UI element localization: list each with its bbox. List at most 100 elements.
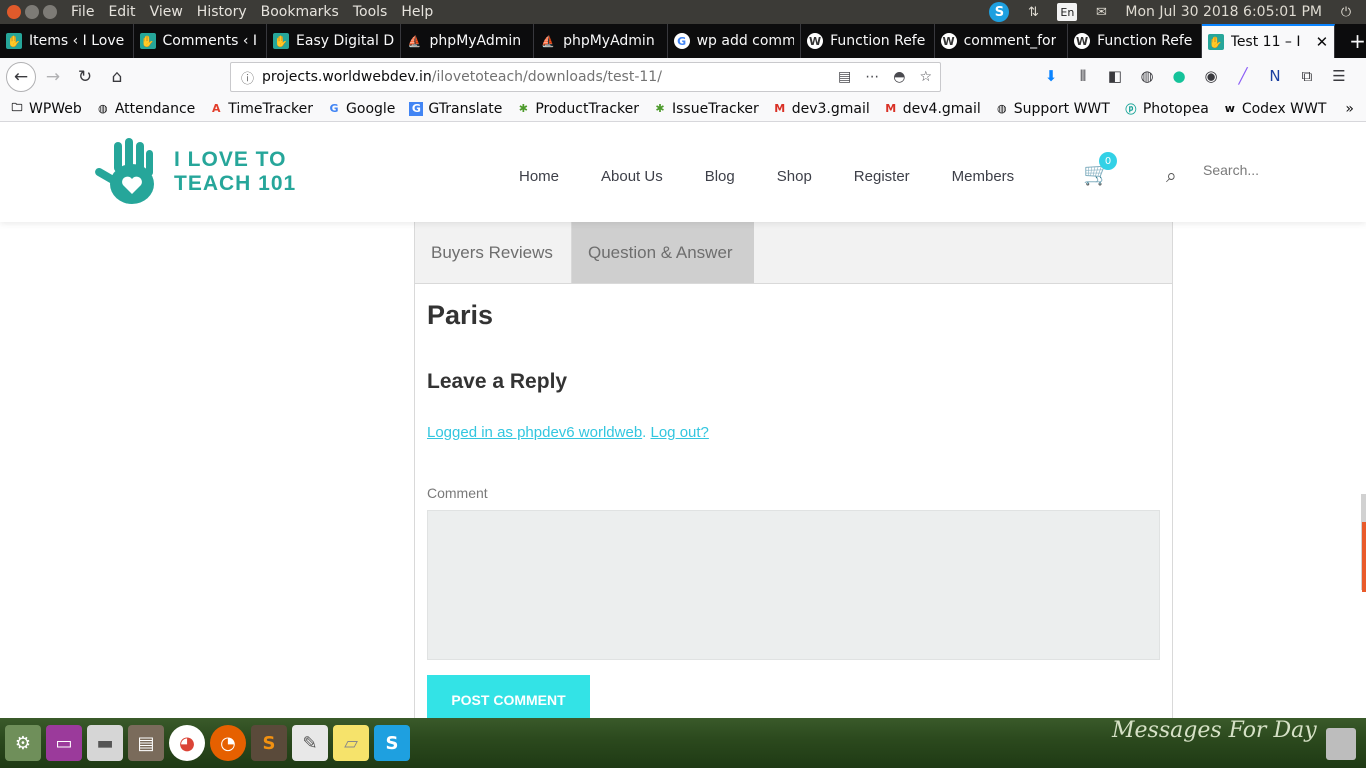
downloads-icon[interactable]: ⬇ xyxy=(1040,62,1062,90)
window-close-icon[interactable] xyxy=(7,5,21,19)
bookmark-item[interactable]: ◍ Support WWT xyxy=(995,101,1110,117)
profile-link[interactable]: Logged in as phpdev6 worldweb xyxy=(427,424,642,441)
browser-tab-active[interactable]: ✋ Test 11 – I ✕ xyxy=(1201,24,1336,58)
nav-members[interactable]: Members xyxy=(952,168,1015,185)
answer-text: Paris xyxy=(427,300,494,330)
nav-register[interactable]: Register xyxy=(854,168,910,185)
browser-tab[interactable]: ✋ Comments ‹ I xyxy=(134,24,268,58)
extension-pen-icon[interactable]: ╱ xyxy=(1232,62,1254,90)
bookmark-item[interactable]: ⓟ Photopea xyxy=(1124,101,1209,117)
bookmark-item[interactable]: G GTranslate xyxy=(409,101,502,117)
nav-home[interactable]: Home xyxy=(519,168,559,185)
sublime-icon[interactable]: S xyxy=(251,725,287,761)
page-actions-icon[interactable]: ⋯ xyxy=(865,69,879,85)
tab-question-answer[interactable]: Question & Answer xyxy=(572,222,754,283)
close-tab-icon[interactable]: ✕ xyxy=(1316,33,1329,51)
app-menu-icon[interactable]: ⚙ xyxy=(5,725,41,761)
bookmark-item[interactable]: 🗀 WPWeb xyxy=(10,101,82,117)
url-path: /ilovetoteach/downloads/test-11/ xyxy=(431,69,662,85)
firefox-icon[interactable]: ◔ xyxy=(210,725,246,761)
bookmark-label: Support WWT xyxy=(1013,100,1110,117)
menu-edit[interactable]: Edit xyxy=(108,4,135,20)
clock[interactable]: Mon Jul 30 2018 6:05:01 PM xyxy=(1125,4,1322,20)
skype-icon[interactable]: S xyxy=(989,2,1010,22)
forward-arrow-icon[interactable]: → xyxy=(38,62,68,92)
sticky-notes-icon[interactable]: ▱ xyxy=(333,725,369,761)
bookmark-item[interactable]: G Google xyxy=(327,101,396,117)
window-maximize-icon[interactable] xyxy=(43,5,57,19)
menu-bookmarks[interactable]: Bookmarks xyxy=(261,4,339,20)
power-icon[interactable]: ⏻ xyxy=(1336,3,1356,21)
browser-tab[interactable]: Wcomment_for xyxy=(935,24,1069,58)
menu-view[interactable]: View xyxy=(150,4,183,20)
bookmark-star-icon[interactable]: ☆ xyxy=(919,69,932,85)
system-tray: S ⇅ En ✉ Mon Jul 30 2018 6:05:01 PM ⏻ xyxy=(989,2,1356,22)
timetracker-icon: A xyxy=(212,102,221,115)
tab-buyers-reviews[interactable]: Buyers Reviews xyxy=(415,222,572,283)
back-arrow-icon[interactable]: ← xyxy=(6,62,36,92)
reader-view-icon[interactable]: ▤ xyxy=(838,69,851,85)
bookmark-item[interactable]: ✱ IssueTracker xyxy=(653,101,758,117)
extension-camera-icon[interactable]: ◉ xyxy=(1200,62,1222,90)
bookmark-item[interactable]: A TimeTracker xyxy=(209,101,313,117)
browser-tab[interactable]: W Function Refe xyxy=(1068,24,1202,58)
cart-icon[interactable]: 🛒 0 xyxy=(1083,152,1117,187)
sidebar-icon[interactable]: ◧ xyxy=(1104,62,1126,90)
browser-tab[interactable]: ⛵ phpMyAdmin xyxy=(401,24,535,58)
bookmark-item[interactable]: Mdev4.gmail xyxy=(884,101,981,117)
extension-globe-icon[interactable]: ◍ xyxy=(1136,62,1158,90)
text-editor-icon[interactable]: ✎ xyxy=(292,725,328,761)
logged-in-notice: Logged in as phpdev6 worldweb. Log out? xyxy=(427,424,709,441)
keyboard-layout-indicator[interactable]: En xyxy=(1057,3,1078,21)
gmail-icon: M xyxy=(885,102,897,115)
bookmark-item[interactable]: w Codex WWT xyxy=(1223,101,1327,117)
hamburger-menu-icon[interactable]: ☰ xyxy=(1328,62,1350,90)
skype-icon[interactable]: S xyxy=(374,725,410,761)
nav-about-us[interactable]: About Us xyxy=(601,168,663,185)
browser-tab[interactable]: ✋ Easy Digital D xyxy=(267,24,401,58)
file-manager-icon[interactable]: ▭ xyxy=(46,725,82,761)
tab-label: Items ‹ I Love xyxy=(29,33,125,49)
reload-icon[interactable]: ↻ xyxy=(70,62,100,92)
nav-blog[interactable]: Blog xyxy=(705,168,735,185)
nav-shop[interactable]: Shop xyxy=(777,168,812,185)
network-arrows-icon[interactable]: ⇅ xyxy=(1023,3,1043,21)
chrome-icon[interactable]: ◕ xyxy=(169,725,205,761)
mail-icon[interactable]: ✉ xyxy=(1091,3,1111,21)
browser-tab[interactable]: ⛵ phpMyAdmin xyxy=(534,24,668,58)
url-bar[interactable]: ⓘ projects.worldwebdev.in /ilovetoteach/… xyxy=(230,62,941,92)
extension-n-icon[interactable]: N xyxy=(1264,62,1286,90)
drive-icon[interactable]: ▬ xyxy=(87,725,123,761)
trash-icon[interactable] xyxy=(1326,728,1356,760)
bookmark-label: WPWeb xyxy=(29,100,82,117)
browser-tab[interactable]: W Function Refe xyxy=(801,24,935,58)
site-header: I LOVE TO TEACH 101 Home About Us Blog S… xyxy=(0,122,1366,222)
new-tab-icon[interactable]: + xyxy=(1349,29,1366,53)
pocket-icon[interactable]: ◓ xyxy=(893,69,905,85)
grammarly-icon[interactable]: ● xyxy=(1168,62,1190,90)
comment-textarea[interactable] xyxy=(427,510,1160,660)
extension-crop-icon[interactable]: ⧉ xyxy=(1296,62,1318,90)
menu-tools[interactable]: Tools xyxy=(353,4,388,20)
browser-tab[interactable]: Gwp add comm xyxy=(668,24,802,58)
menu-file[interactable]: File xyxy=(71,4,94,20)
bookmarks-overflow-icon[interactable]: » xyxy=(1345,101,1354,117)
bookmark-item[interactable]: ◍ Attendance xyxy=(96,101,195,117)
site-info-icon[interactable]: ⓘ xyxy=(241,68,254,87)
logout-link[interactable]: Log out? xyxy=(651,424,709,441)
site-logo[interactable]: I LOVE TO TEACH 101 xyxy=(92,136,296,208)
bookmark-item[interactable]: Mdev3.gmail xyxy=(773,101,870,117)
search-input[interactable] xyxy=(1203,158,1323,182)
home-icon[interactable]: ⌂ xyxy=(102,62,132,92)
bookmark-label: dev4.gmail xyxy=(902,100,981,117)
archive-icon[interactable]: ▤ xyxy=(128,725,164,761)
post-comment-button[interactable]: Post Comment xyxy=(427,675,590,718)
tab-label: Test 11 – I xyxy=(1230,34,1301,50)
window-minimize-icon[interactable] xyxy=(25,5,39,19)
bookmark-item[interactable]: ✱ ProductTracker xyxy=(516,101,639,117)
menu-help[interactable]: Help xyxy=(401,4,433,20)
library-icon[interactable]: ⫴ xyxy=(1072,62,1094,90)
menu-history[interactable]: History xyxy=(197,4,247,20)
search-icon[interactable]: ⌕ xyxy=(1166,165,1177,187)
browser-tab[interactable]: ✋ Items ‹ I Love xyxy=(0,24,134,58)
